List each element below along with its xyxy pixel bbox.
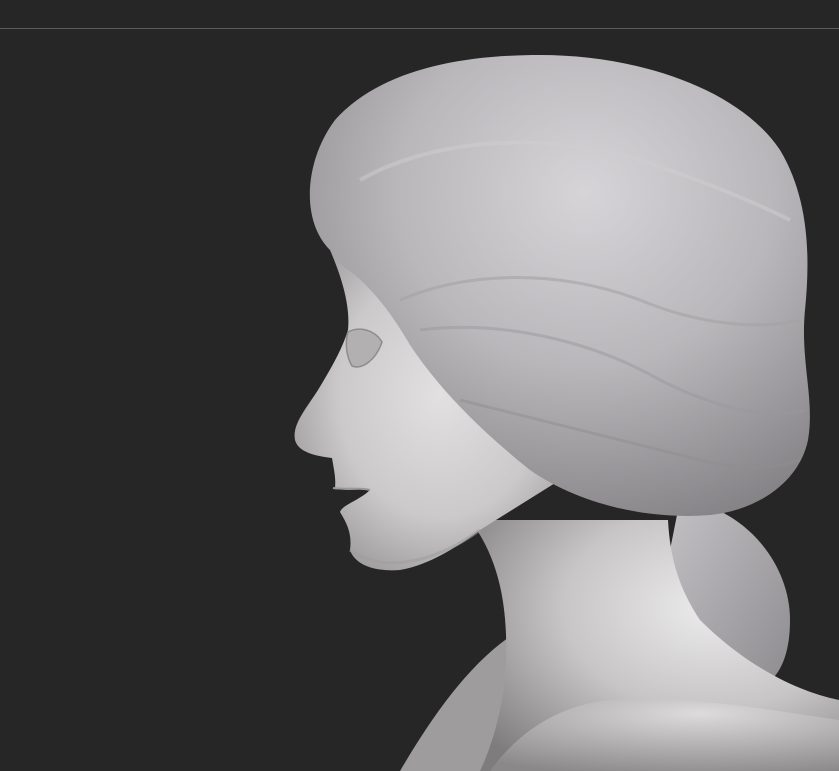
- sculpt-model[interactable]: [0, 0, 839, 771]
- 3d-viewport[interactable]: [0, 0, 839, 771]
